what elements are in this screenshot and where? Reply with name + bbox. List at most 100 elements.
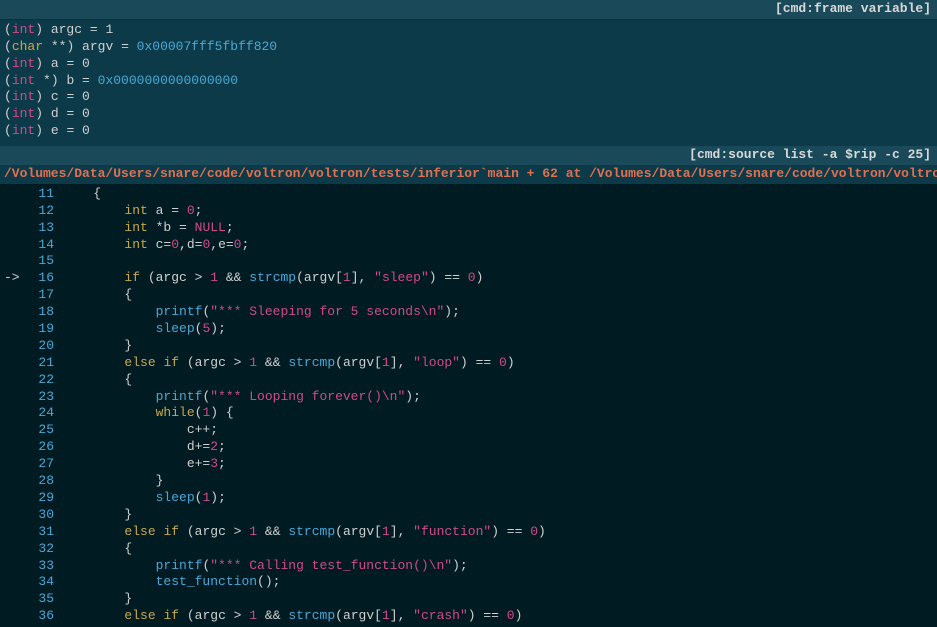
line-number: 30: [30, 507, 62, 524]
source-code: sleep(1);: [62, 490, 933, 507]
current-line-arrow: [4, 304, 30, 321]
current-line-arrow: [4, 490, 30, 507]
source-path-line: /Volumes/Data/Users/snare/code/voltron/v…: [0, 165, 937, 184]
source-code: {: [62, 186, 933, 203]
line-number: 22: [30, 372, 62, 389]
source-row: 36 else if (argc > 1 && strcmp(argv[1], …: [0, 608, 937, 625]
source-row: 29 sleep(1);: [0, 490, 937, 507]
line-number: 25: [30, 422, 62, 439]
current-line-arrow: [4, 608, 30, 625]
source-code: [62, 253, 933, 270]
vars-panel: (int) argc = 1(char **) argv = 0x00007ff…: [0, 20, 937, 146]
source-code: {: [62, 541, 933, 558]
source-code: sleep(5);: [62, 321, 933, 338]
line-number: 36: [30, 608, 62, 625]
source-row: 33 printf("*** Calling test_function()\n…: [0, 558, 937, 575]
var-line: (int) a = 0: [4, 56, 933, 73]
source-row: 34 test_function();: [0, 574, 937, 591]
source-row: 17 {: [0, 287, 937, 304]
line-number: 14: [30, 237, 62, 254]
source-path-suffix: /Volumes/Data/Users/snare/code/voltron/v…: [589, 166, 937, 181]
source-row: 21 else if (argc > 1 && strcmp(argv[1], …: [0, 355, 937, 372]
current-line-arrow: [4, 321, 30, 338]
source-row: 24 while(1) {: [0, 405, 937, 422]
source-code: test_function();: [62, 574, 933, 591]
source-row: 31 else if (argc > 1 && strcmp(argv[1], …: [0, 524, 937, 541]
current-line-arrow: [4, 558, 30, 575]
source-row: 20 }: [0, 338, 937, 355]
current-line-arrow: [4, 186, 30, 203]
source-row: 18 printf("*** Sleeping for 5 seconds\n"…: [0, 304, 937, 321]
line-number: 18: [30, 304, 62, 321]
source-row: 23 printf("*** Looping forever()\n");: [0, 389, 937, 406]
source-code: int c=0,d=0,e=0;: [62, 237, 933, 254]
current-line-arrow: [4, 338, 30, 355]
current-line-arrow: [4, 574, 30, 591]
current-line-arrow: [4, 253, 30, 270]
line-number: 19: [30, 321, 62, 338]
var-line: (char **) argv = 0x00007fff5fbff820: [4, 39, 933, 56]
line-number: 20: [30, 338, 62, 355]
current-line-arrow: [4, 237, 30, 254]
current-line-arrow: [4, 422, 30, 439]
line-number: 24: [30, 405, 62, 422]
line-number: 27: [30, 456, 62, 473]
current-line-arrow: [4, 456, 30, 473]
source-code: c++;: [62, 422, 933, 439]
source-code: }: [62, 338, 933, 355]
current-line-arrow: [4, 355, 30, 372]
source-code: else if (argc > 1 && strcmp(argv[1], "fu…: [62, 524, 933, 541]
line-number: 17: [30, 287, 62, 304]
source-code: else if (argc > 1 && strcmp(argv[1], "cr…: [62, 608, 933, 625]
source-code: if (argc > 1 && strcmp(argv[1], "sleep")…: [62, 270, 933, 287]
source-code: e+=3;: [62, 456, 933, 473]
current-line-arrow: [4, 405, 30, 422]
current-line-arrow: [4, 287, 30, 304]
var-line: (int) argc = 1: [4, 22, 933, 39]
source-row: 26 d+=2;: [0, 439, 937, 456]
line-number: 26: [30, 439, 62, 456]
source-code: printf("*** Sleeping for 5 seconds\n");: [62, 304, 933, 321]
line-number: 35: [30, 591, 62, 608]
line-number: 13: [30, 220, 62, 237]
current-line-arrow: [4, 203, 30, 220]
source-row: 27 e+=3;: [0, 456, 937, 473]
current-line-arrow: ->: [4, 270, 30, 287]
var-line: (int) e = 0: [4, 123, 933, 140]
source-code: while(1) {: [62, 405, 933, 422]
current-line-arrow: [4, 473, 30, 490]
vars-header-label: [cmd:frame variable]: [775, 1, 931, 16]
line-number: 11: [30, 186, 62, 203]
source-row: 22 {: [0, 372, 937, 389]
source-row: 35 }: [0, 591, 937, 608]
line-number: 16: [30, 270, 62, 287]
current-line-arrow: [4, 372, 30, 389]
current-line-arrow: [4, 524, 30, 541]
source-panel-header: [cmd:source list -a $rip -c 25]: [0, 146, 937, 165]
source-row: 13 int *b = NULL;: [0, 220, 937, 237]
source-panel: 11 { 12 int a = 0; 13 int *b = NULL; 14 …: [0, 184, 937, 627]
source-code: }: [62, 507, 933, 524]
current-line-arrow: [4, 591, 30, 608]
source-code: printf("*** Calling test_function()\n");: [62, 558, 933, 575]
source-code: {: [62, 372, 933, 389]
source-row: 25 c++;: [0, 422, 937, 439]
var-line: (int) c = 0: [4, 89, 933, 106]
source-code: }: [62, 473, 933, 490]
source-code: int a = 0;: [62, 203, 933, 220]
source-code: else if (argc > 1 && strcmp(argv[1], "lo…: [62, 355, 933, 372]
line-number: 34: [30, 574, 62, 591]
source-row: 12 int a = 0;: [0, 203, 937, 220]
line-number: 21: [30, 355, 62, 372]
vars-panel-header: [cmd:frame variable]: [0, 0, 937, 20]
line-number: 12: [30, 203, 62, 220]
line-number: 15: [30, 253, 62, 270]
source-row: 11 {: [0, 186, 937, 203]
line-number: 23: [30, 389, 62, 406]
source-code: {: [62, 287, 933, 304]
current-line-arrow: [4, 507, 30, 524]
var-line: (int *) b = 0x0000000000000000: [4, 73, 933, 90]
source-code: d+=2;: [62, 439, 933, 456]
current-line-arrow: [4, 220, 30, 237]
line-number: 31: [30, 524, 62, 541]
